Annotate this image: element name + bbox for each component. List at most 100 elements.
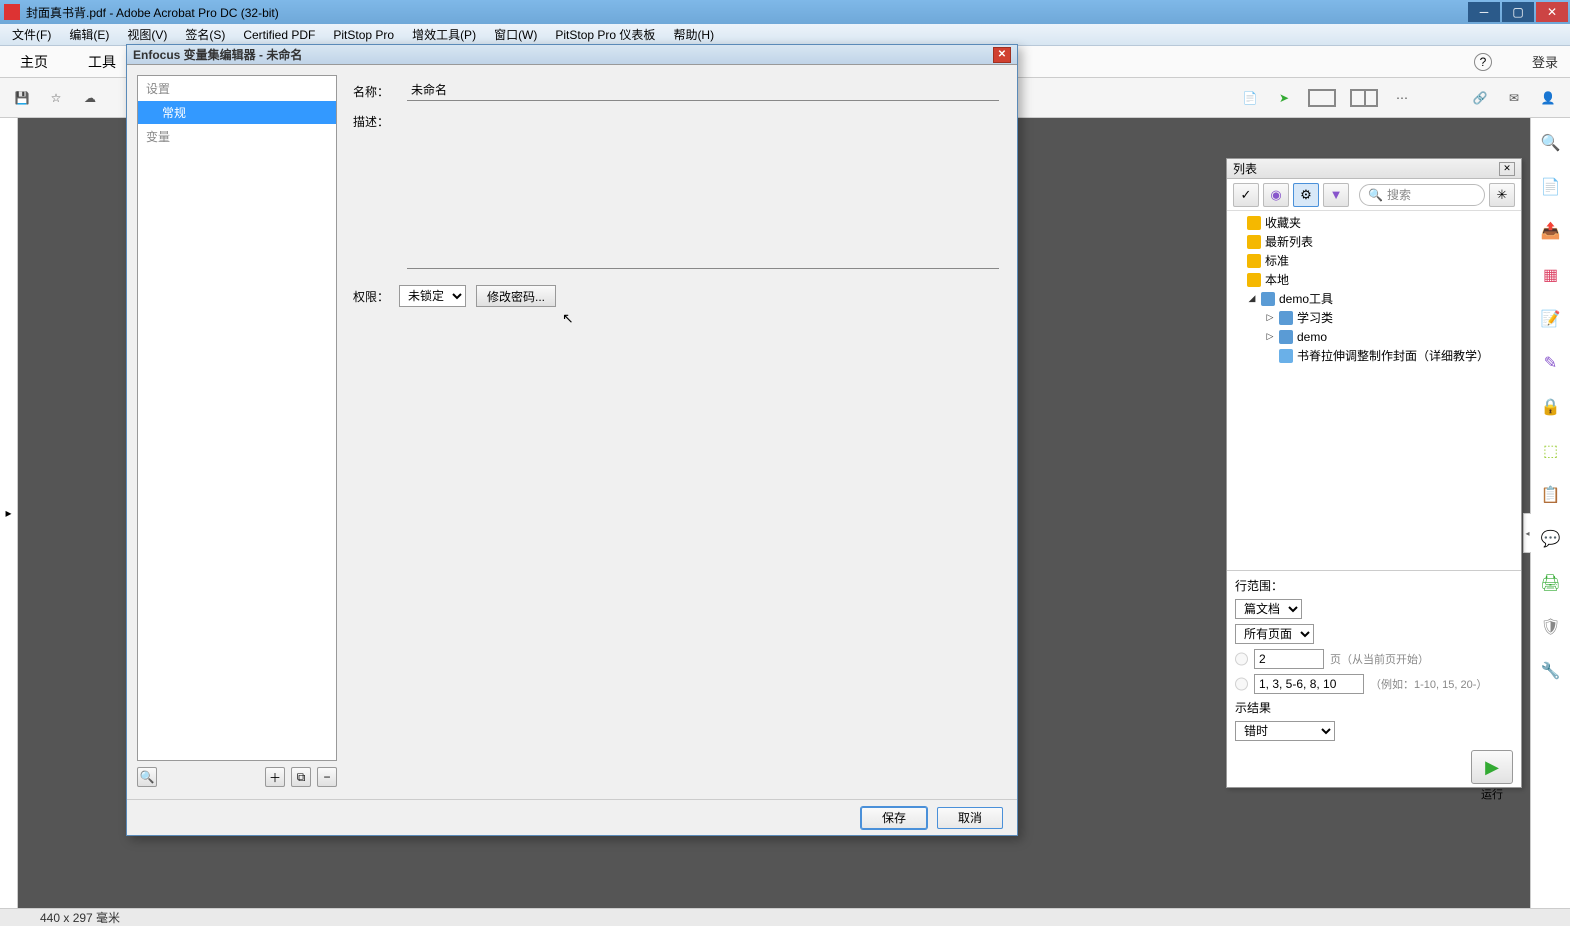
pages-count-input[interactable] — [1254, 649, 1324, 669]
window-title: 封面真书背.pdf - Adobe Acrobat Pro DC (32-bit… — [26, 4, 1468, 21]
tree-standard[interactable]: 标准 — [1227, 251, 1521, 270]
pages-radio2[interactable] — [1235, 674, 1248, 694]
redact-icon[interactable]: 📋 — [1540, 484, 1562, 506]
menu-window[interactable]: 窗口(W) — [486, 24, 545, 45]
result-select[interactable]: 错时 — [1235, 721, 1335, 741]
more-icon[interactable]: ⋯ — [1392, 88, 1412, 108]
panel-title: 列表 — [1233, 160, 1257, 177]
duplicate-button[interactable]: ⧉ — [291, 767, 311, 787]
menu-sign[interactable]: 签名(S) — [177, 24, 233, 45]
pages-range-input[interactable] — [1254, 674, 1364, 694]
panel-btn-check[interactable]: ✓ — [1233, 183, 1259, 207]
dialog-left-column: 设置 常规 变量 🔍 ＋ ⧉ − — [137, 75, 337, 789]
tree-favorites[interactable]: 收藏夹 — [1227, 213, 1521, 232]
menu-file[interactable]: 文件(F) — [4, 24, 59, 45]
menu-plugins[interactable]: 增效工具(P) — [404, 24, 484, 45]
left-collapse-handle[interactable]: ▸ — [0, 118, 18, 908]
add-button[interactable]: ＋ — [265, 767, 285, 787]
panel-btn-gear[interactable]: ⚙ — [1293, 183, 1319, 207]
help-icon[interactable]: ? — [1474, 53, 1492, 71]
dialog-right-column: 名称： 描述： 权限： 未锁定 修改密码... — [345, 75, 1007, 789]
mail-icon[interactable]: ✉ — [1504, 88, 1524, 108]
pages-select[interactable]: 所有页面 — [1235, 624, 1314, 644]
remove-button[interactable]: − — [317, 767, 337, 787]
shield-icon[interactable]: 🛡 — [1540, 616, 1562, 638]
create-pdf-icon[interactable]: 📄 — [1540, 176, 1562, 198]
link-icon[interactable]: 🔗 — [1470, 88, 1490, 108]
maximize-button[interactable]: ▢ — [1502, 2, 1534, 22]
minimize-button[interactable]: ─ — [1468, 2, 1500, 22]
range-hint: （例如：1-10, 15, 20-） — [1370, 676, 1487, 692]
panel-tree[interactable]: 收藏夹 最新列表 标准 本地 ◢demo工具 ▷学习类 ▷demo 书脊拉伸调整… — [1227, 211, 1521, 571]
wrench-icon[interactable]: 🔧 — [1540, 660, 1562, 682]
dialog-titlebar[interactable]: Enfocus 变量集编辑器 - 未命名 ✕ — [127, 45, 1017, 65]
name-label: 名称： — [353, 79, 395, 100]
run-button[interactable]: ▶ — [1471, 750, 1513, 784]
comment-icon[interactable]: 💬 — [1540, 528, 1562, 550]
cat-variables[interactable]: 变量 — [138, 124, 336, 149]
menu-certified[interactable]: Certified PDF — [235, 26, 323, 44]
single-page-icon[interactable] — [1308, 89, 1336, 107]
menu-pitstop[interactable]: PitStop Pro — [325, 26, 402, 44]
panel-btn-settings[interactable]: ✳ — [1489, 183, 1515, 207]
status-bar: 440 x 297 毫米 — [0, 908, 1570, 926]
zoom-icon[interactable]: 🔍 — [1540, 132, 1562, 154]
panel-search[interactable]: 🔍 搜索 — [1359, 184, 1485, 206]
range-label: 行范围： — [1235, 577, 1283, 594]
pages-hint: 页（从当前页开始） — [1330, 651, 1429, 667]
menu-pitstop-dash[interactable]: PitStop Pro 仪表板 — [547, 24, 663, 45]
sign-icon[interactable]: ✎ — [1540, 352, 1562, 374]
name-input[interactable] — [407, 79, 999, 101]
panel-btn-globe[interactable]: ◉ — [1263, 183, 1289, 207]
action-list-panel: 列表 ✕ ✓ ◉ ⚙ ▼ 🔍 搜索 ✳ 收藏夹 最新列表 标准 本地 ◢demo… — [1226, 158, 1522, 788]
login-link[interactable]: 登录 — [1532, 52, 1558, 71]
tree-local[interactable]: 本地 — [1227, 270, 1521, 289]
dialog-footer: 保存 取消 — [127, 799, 1017, 835]
close-button[interactable]: ✕ — [1536, 2, 1568, 22]
organize-icon[interactable]: ▦ — [1540, 264, 1562, 286]
cat-settings[interactable]: 设置 — [138, 76, 336, 101]
range-doc-select[interactable]: 篇文档 — [1235, 599, 1302, 619]
perm-select[interactable]: 未锁定 — [399, 285, 466, 307]
search-placeholder: 搜索 — [1387, 186, 1411, 203]
result-label: 示结果 — [1235, 699, 1271, 716]
star-icon[interactable]: ☆ — [46, 88, 66, 108]
cancel-button[interactable]: 取消 — [937, 807, 1003, 829]
export-icon[interactable]: 📤 — [1540, 220, 1562, 242]
panel-close-icon[interactable]: ✕ — [1499, 162, 1515, 176]
desc-input[interactable] — [407, 109, 999, 269]
pointer-icon[interactable]: ➤ — [1274, 88, 1294, 108]
save-button[interactable]: 保存 — [861, 807, 927, 829]
save-icon[interactable]: 💾 — [12, 88, 32, 108]
cloud-upload-icon[interactable]: ☁ — [80, 88, 100, 108]
panel-header: 列表 ✕ — [1227, 159, 1521, 179]
tab-tools[interactable]: 工具 — [80, 46, 124, 78]
dialog-close-icon[interactable]: ✕ — [993, 47, 1011, 63]
page-plus-icon[interactable]: 📄 — [1240, 88, 1260, 108]
tree-study[interactable]: ▷学习类 — [1227, 308, 1521, 327]
menu-help[interactable]: 帮助(H) — [665, 24, 722, 45]
tree-spine-item[interactable]: 书脊拉伸调整制作封面（详细教学） — [1227, 346, 1521, 365]
tree-recent[interactable]: 最新列表 — [1227, 232, 1521, 251]
cat-general[interactable]: 常规 — [138, 101, 336, 124]
edit-pdf-icon[interactable]: 📝 — [1540, 308, 1562, 330]
print-icon[interactable]: 🖨 — [1540, 572, 1562, 594]
tab-home[interactable]: 主页 — [12, 46, 56, 78]
dialog-title: Enfocus 变量集编辑器 - 未命名 — [133, 46, 302, 63]
dialog-category-tree[interactable]: 设置 常规 变量 — [137, 75, 337, 761]
change-password-button[interactable]: 修改密码... — [476, 285, 556, 307]
menu-view[interactable]: 视图(V) — [119, 24, 175, 45]
search-button[interactable]: 🔍 — [137, 767, 157, 787]
compress-icon[interactable]: ⬚ — [1540, 440, 1562, 462]
tree-demo-tools[interactable]: ◢demo工具 — [1227, 289, 1521, 308]
person-icon[interactable]: 👤 — [1538, 88, 1558, 108]
perm-label: 权限： — [353, 288, 389, 305]
menu-edit[interactable]: 编辑(E) — [61, 24, 117, 45]
panel-btn-filter[interactable]: ▼ — [1323, 183, 1349, 207]
protect-icon[interactable]: 🔒 — [1540, 396, 1562, 418]
right-collapse-handle[interactable]: ◂ — [1523, 513, 1531, 553]
tree-demo[interactable]: ▷demo — [1227, 327, 1521, 346]
two-page-icon[interactable] — [1350, 89, 1378, 107]
panel-toolbar: ✓ ◉ ⚙ ▼ 🔍 搜索 ✳ — [1227, 179, 1521, 211]
pages-radio1[interactable] — [1235, 649, 1248, 669]
